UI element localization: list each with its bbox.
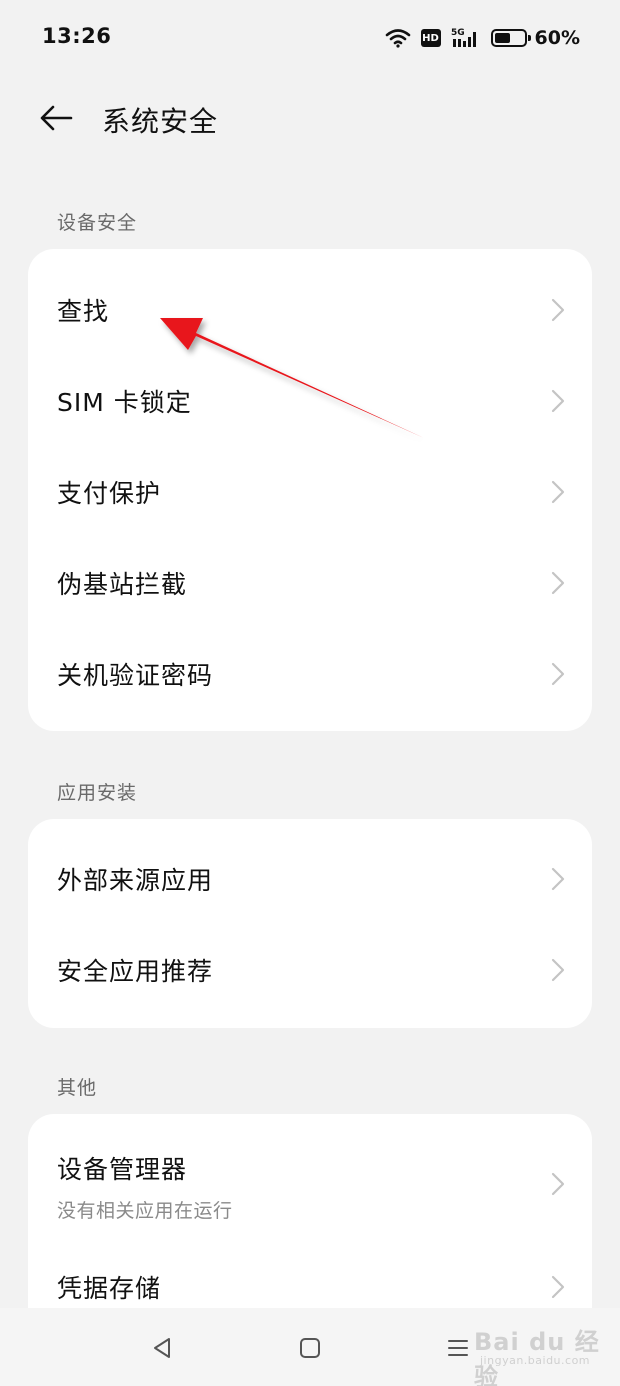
arrow-left-icon — [40, 105, 73, 131]
chevron-right-icon — [551, 480, 565, 503]
list-item-subtitle: 没有相关应用在运行 — [57, 1200, 233, 1222]
page-title: 系统安全 — [102, 105, 219, 138]
chevron-right-icon — [551, 571, 565, 594]
list-item-find[interactable]: 查找 — [28, 264, 592, 355]
chevron-right-icon — [551, 298, 565, 321]
list-item-safe-app-recommend[interactable]: 安全应用推荐 — [28, 924, 592, 1015]
header: 系统安全 — [0, 82, 620, 154]
chevron-right-icon — [551, 662, 565, 685]
nav-back-button[interactable] — [144, 1330, 180, 1366]
battery-icon — [490, 29, 531, 47]
status-bar: 13:26 HD 5G 60% — [0, 0, 620, 76]
list-item-shutdown-password[interactable]: 关机验证密码 — [28, 628, 592, 719]
list-item-label: 伪基站拦截 — [57, 569, 188, 599]
list-item-label: 查找 — [57, 296, 110, 326]
hd-badge: HD — [420, 29, 441, 47]
chevron-right-icon — [551, 1275, 565, 1299]
list-item-fake-base-station[interactable]: 伪基站拦截 — [28, 537, 592, 628]
list-item-label: 支付保护 — [57, 478, 162, 508]
card-app-install: 外部来源应用 安全应用推荐 — [28, 819, 592, 1028]
battery-fill — [494, 33, 510, 43]
list-item-payment-protection[interactable]: 支付保护 — [28, 446, 592, 537]
watermark-url: jingyan.baidu.com — [480, 1354, 591, 1367]
battery-percent: 60% — [534, 27, 580, 49]
nav-home-button[interactable] — [292, 1330, 328, 1366]
square-home-icon — [300, 1338, 320, 1358]
section-label-device-security: 设备安全 — [57, 212, 138, 234]
nav-menu-button[interactable] — [440, 1330, 476, 1366]
list-item-label: 安全应用推荐 — [57, 956, 214, 986]
chevron-right-icon — [551, 389, 565, 412]
list-item-external-sources[interactable]: 外部来源应用 — [28, 833, 592, 924]
card-device-security: 查找 SIM 卡锁定 支付保护 伪基站拦截 关机验证密码 — [28, 249, 592, 731]
triangle-back-icon — [154, 1338, 170, 1358]
menu-lines-icon — [448, 1340, 468, 1356]
status-time: 13:26 — [42, 24, 112, 48]
back-button[interactable] — [36, 98, 76, 138]
wifi-icon — [385, 29, 410, 48]
list-item-sim-lock[interactable]: SIM 卡锁定 — [28, 355, 592, 446]
list-item-label: SIM 卡锁定 — [57, 387, 192, 417]
screen: 13:26 HD 5G 60% 系统安全 设备安全 查找 SIM 卡锁定 支付保… — [0, 0, 620, 1386]
network-type-label: 5G — [451, 28, 465, 38]
list-item-label: 凭据存储 — [57, 1274, 162, 1303]
status-icons: HD 5G 60% — [375, 24, 580, 52]
chevron-right-icon — [551, 867, 565, 890]
section-label-other: 其他 — [57, 1077, 98, 1099]
list-item-label: 设备管理器 — [57, 1155, 188, 1184]
section-label-app-install: 应用安装 — [57, 782, 138, 804]
list-item-device-admin[interactable]: 设备管理器 没有相关应用在运行 — [28, 1114, 592, 1254]
signal-5g-icon: 5G — [451, 28, 476, 47]
list-item-label: 外部来源应用 — [57, 865, 214, 895]
chevron-right-icon — [551, 1172, 565, 1196]
list-item-label: 关机验证密码 — [57, 660, 214, 690]
chevron-right-icon — [551, 958, 565, 981]
